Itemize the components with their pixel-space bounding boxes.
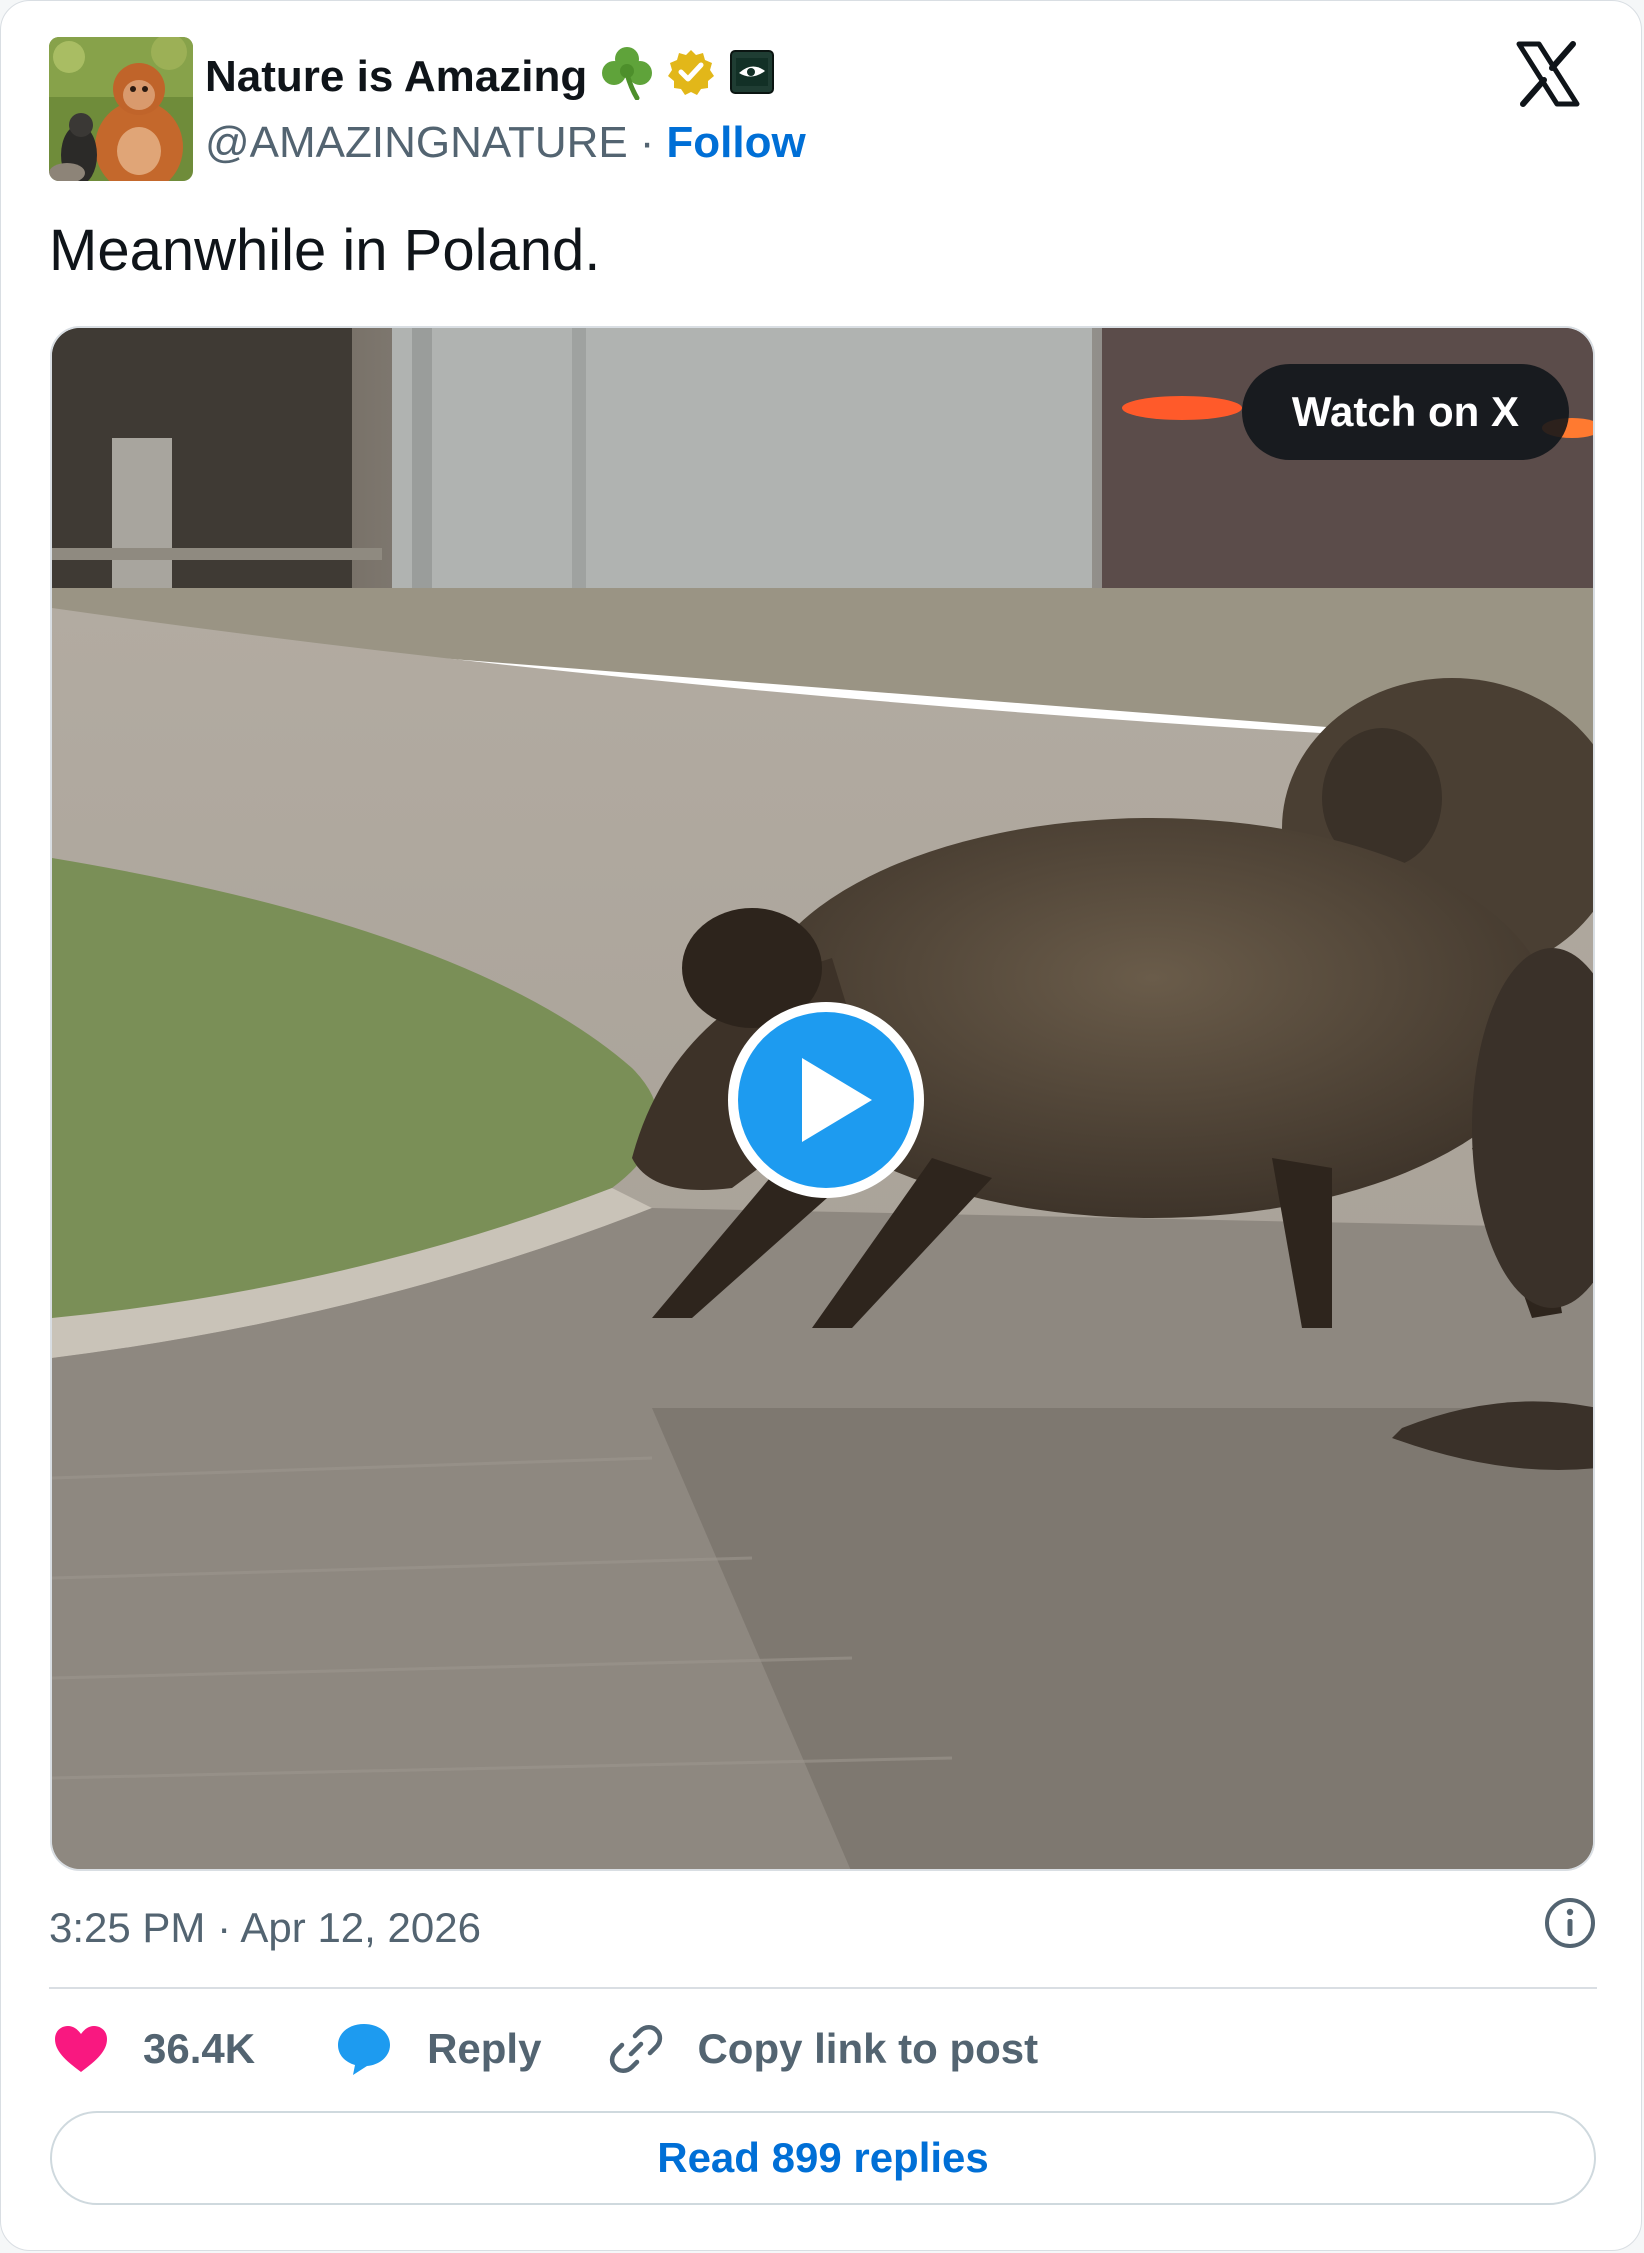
copy-link-label: Copy link to post	[697, 2025, 1039, 2072]
shamrock-icon	[601, 44, 653, 111]
embedded-post-card: Nature is Amazing @AMAZINGNATURE · Follo…	[0, 0, 1642, 2251]
timestamp-row: 3:25 PM · Apr 12, 2026	[49, 1893, 1597, 1963]
info-icon[interactable]	[1543, 1896, 1597, 1960]
post-text: Meanwhile in Poland.	[49, 218, 601, 283]
read-replies-button[interactable]: Read 899 replies	[50, 2111, 1596, 2205]
affiliate-badge-icon[interactable]	[729, 49, 775, 106]
x-logo-icon[interactable]	[1515, 41, 1581, 107]
author-handle[interactable]: @AMAZINGNATURE	[205, 118, 628, 168]
speech-bubble-icon	[335, 2021, 393, 2077]
heart-icon	[53, 2024, 109, 2074]
author-avatar[interactable]	[49, 37, 193, 181]
video-thumbnail[interactable]: Watch on X	[50, 326, 1595, 1871]
reply-button[interactable]: Reply	[335, 2021, 541, 2077]
verified-gold-badge-icon[interactable]	[667, 48, 715, 107]
handle-separator: ·	[639, 118, 655, 167]
author-name[interactable]: Nature is Amazing	[205, 52, 587, 102]
reply-label: Reply	[427, 2025, 542, 2072]
follow-button[interactable]: Follow	[666, 118, 805, 168]
play-icon[interactable]	[726, 1000, 926, 1200]
orangutan-avatar-image	[49, 37, 193, 181]
author-name-row[interactable]: Nature is Amazing	[205, 45, 775, 109]
divider	[49, 1987, 1597, 1989]
like-count: 36.4K	[143, 2025, 256, 2072]
copy-link-button[interactable]: Copy link to post	[609, 2022, 1038, 2076]
author-handle-row: @AMAZINGNATURE · Follow	[205, 113, 806, 173]
post-timestamp[interactable]: 3:25 PM · Apr 12, 2026	[49, 1904, 481, 1952]
action-bar: 36.4K Reply Copy link to post	[53, 2013, 1094, 2085]
watch-on-x-button[interactable]: Watch on X	[1241, 364, 1569, 460]
link-icon	[609, 2022, 663, 2076]
like-button[interactable]: 36.4K	[53, 2024, 255, 2074]
